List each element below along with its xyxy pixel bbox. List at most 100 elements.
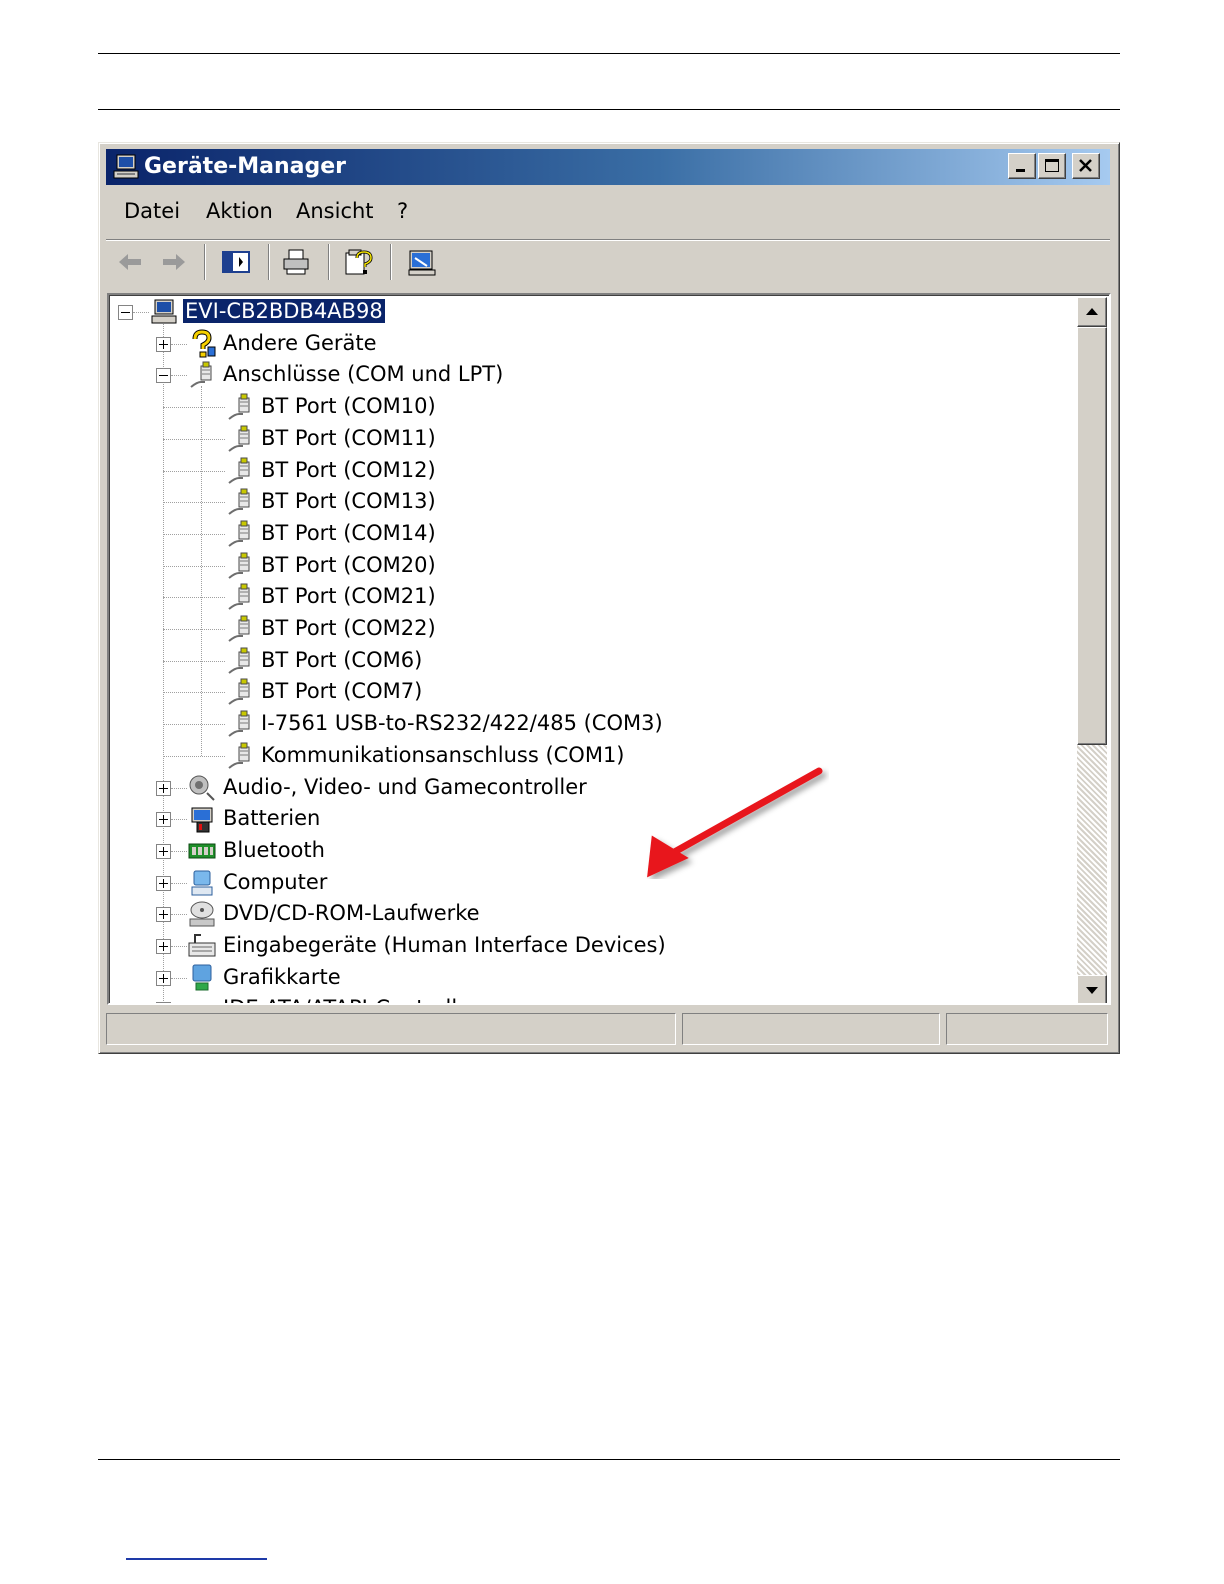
tree-item-label: BT Port (COM21) — [261, 584, 436, 609]
tree-item-label: Andere Geräte — [223, 330, 377, 355]
tree-item-label: BT Port (COM20) — [261, 552, 436, 577]
scan-hardware-button[interactable] — [404, 245, 440, 279]
expand-icon[interactable] — [156, 970, 171, 986]
expand-icon[interactable] — [156, 1002, 171, 1003]
close-icon — [1079, 159, 1092, 172]
device-tree[interactable]: EVI-CB2BDB4AB98 Andere Geräte Anschlüsse (… — [107, 293, 1111, 1005]
port-icon — [225, 582, 255, 612]
scan-hardware-icon — [408, 250, 436, 276]
tree-item-port[interactable]: BT Port (COM11) — [109, 424, 1069, 454]
vertical-scrollbar[interactable] — [1077, 297, 1107, 1003]
properties-help-button[interactable] — [340, 245, 376, 279]
footer-rule — [98, 1459, 1120, 1460]
computer-icon — [149, 297, 179, 327]
tree-root-computer[interactable]: EVI-CB2BDB4AB98 — [109, 297, 1069, 327]
back-button[interactable] — [112, 245, 148, 279]
tree-item-label: BT Port (COM7) — [261, 679, 423, 704]
tree-item-label: Batterien — [223, 806, 321, 831]
status-pane-3 — [946, 1013, 1108, 1045]
collapse-icon[interactable] — [118, 305, 133, 320]
toolbar-separator — [204, 244, 206, 280]
maximize-button[interactable] — [1038, 153, 1066, 179]
tree-item-port[interactable]: BT Port (COM7) — [109, 677, 1069, 707]
title-bar[interactable]: Geräte-Manager — [106, 149, 1110, 185]
tree-item-label: BT Port (COM10) — [261, 394, 436, 419]
arrow-down-icon — [1086, 987, 1098, 994]
tree-item-port[interactable]: Kommunikationsanschluss (COM1) — [109, 741, 1069, 771]
tree-item-port[interactable]: I-7561 USB-to-RS232/422/485 (COM3) — [109, 709, 1069, 739]
collapse-icon[interactable] — [156, 368, 171, 384]
forward-button[interactable] — [156, 245, 192, 279]
expand-icon[interactable] — [156, 843, 171, 859]
arrow-up-icon — [1086, 308, 1098, 315]
tree-item-label: Anschlüsse (COM und LPT) — [223, 362, 504, 387]
tree-category-batterien[interactable]: Batterien — [109, 804, 1069, 834]
expand-icon[interactable] — [156, 875, 171, 891]
tree-item-port[interactable]: BT Port (COM22) — [109, 614, 1069, 644]
tree-item-label: Computer — [223, 869, 328, 894]
expand-icon[interactable] — [156, 812, 171, 828]
scroll-up-button[interactable] — [1077, 297, 1107, 327]
tree-item-port[interactable]: BT Port (COM12) — [109, 456, 1069, 486]
expand-icon[interactable] — [156, 780, 171, 796]
tree-category-anschluesse[interactable]: Anschlüsse (COM und LPT) — [109, 360, 1069, 390]
tree-item-port[interactable]: BT Port (COM20) — [109, 551, 1069, 581]
tree-category-eingabe[interactable]: Eingabegeräte (Human Interface Devices) — [109, 931, 1069, 961]
expand-icon[interactable] — [156, 939, 171, 954]
tree-category-computer[interactable]: Computer — [109, 868, 1069, 898]
print-icon — [283, 249, 309, 275]
tree-category-dvd[interactable]: DVD/CD-ROM-Laufwerke — [109, 899, 1069, 929]
menu-datei[interactable]: Datei — [124, 199, 180, 223]
back-arrow-icon — [119, 254, 141, 270]
port-icon — [225, 456, 255, 486]
port-icon — [225, 487, 255, 517]
tree-item-label: Audio-, Video- und Gamecontroller — [223, 774, 587, 799]
port-icon — [225, 741, 255, 771]
tree-category-grafik[interactable]: Grafikkarte — [109, 963, 1069, 993]
tree-item-label: BT Port (COM12) — [261, 457, 436, 482]
maximize-icon — [1045, 159, 1059, 172]
toolbar-separator — [390, 244, 392, 280]
tree-item-label: BT Port (COM14) — [261, 520, 436, 545]
console-tree-button[interactable] — [218, 245, 254, 279]
tree-item-label: BT Port (COM11) — [261, 425, 436, 450]
tree-category-audio[interactable]: Audio-, Video- und Gamecontroller — [109, 773, 1069, 803]
scroll-down-button[interactable] — [1077, 975, 1107, 1003]
footer-link-underline — [126, 1558, 267, 1560]
print-button[interactable] — [278, 245, 314, 279]
tree-category-andere-geraete[interactable]: Andere Geräte — [109, 329, 1069, 359]
tree-category-ide[interactable]: IDE ATA/ATAPI-Controller — [109, 994, 1069, 1003]
tree-item-label: Bluetooth — [223, 837, 325, 862]
tree-item-label: IDE ATA/ATAPI-Controller — [221, 996, 481, 1003]
expand-icon[interactable] — [156, 336, 171, 352]
keyboard-icon — [187, 931, 217, 961]
computer-icon — [113, 154, 139, 179]
menu-aktion[interactable]: Aktion — [206, 199, 273, 223]
tree-category-bluetooth[interactable]: Bluetooth — [109, 836, 1069, 866]
pc-icon — [187, 868, 217, 898]
tree-item-port[interactable]: BT Port (COM14) — [109, 519, 1069, 549]
question-icon — [187, 329, 217, 359]
close-button[interactable] — [1072, 153, 1100, 179]
tree-item-port[interactable]: BT Port (COM21) — [109, 582, 1069, 612]
tree-item-label: Eingabegeräte (Human Interface Devices) — [223, 933, 666, 957]
minimize-button[interactable] — [1008, 153, 1036, 179]
port-icon — [225, 646, 255, 676]
tree-item-port[interactable]: BT Port (COM13) — [109, 487, 1069, 517]
tree-item-label: Kommunikationsanschluss (COM1) — [261, 742, 625, 767]
tree-item-port[interactable]: BT Port (COM10) — [109, 392, 1069, 422]
bluetooth-icon — [187, 836, 217, 866]
tree-item-label: BT Port (COM22) — [261, 616, 436, 640]
port-icon — [225, 677, 255, 707]
tree-item-port[interactable]: BT Port (COM6) — [109, 646, 1069, 676]
tree-item-label: BT Port (COM13) — [261, 489, 436, 514]
port-icon — [225, 551, 255, 581]
toolbar — [106, 239, 1110, 284]
toolbar-separator — [328, 244, 330, 280]
header-rule-top — [98, 53, 1120, 54]
menu-help[interactable]: ? — [397, 199, 408, 223]
scroll-thumb[interactable] — [1077, 327, 1107, 745]
expand-icon[interactable] — [156, 907, 171, 923]
tree-item-label: Grafikkarte — [223, 964, 341, 989]
menu-ansicht[interactable]: Ansicht — [296, 199, 374, 223]
